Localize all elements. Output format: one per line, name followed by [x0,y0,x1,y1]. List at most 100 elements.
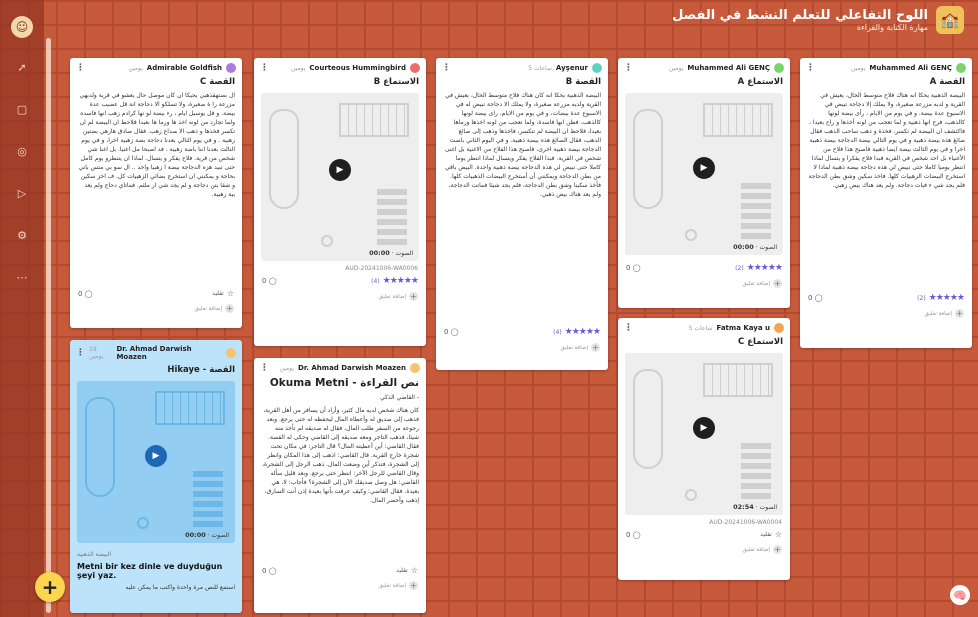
scrollbar[interactable] [46,38,51,613]
post-author: Muhammed Ali GENÇ [687,64,770,72]
author-avatar [774,63,784,73]
star-rating[interactable]: ★★★★★ [565,327,601,337]
add-post-button[interactable]: + [35,572,65,602]
microphone-illustration [685,489,697,501]
more-icon[interactable]: ⋯ [9,264,35,290]
rating-count: (4) [553,328,562,336]
post-author: Fatma Kaya u [716,324,770,332]
audio-player[interactable]: ▶ 00:00 · الصوت [625,93,783,255]
post-card[interactable]: ⋮ يومين Muhammed Ali GENÇ القصة A البيضة… [800,58,972,348]
post-menu-icon[interactable]: ⋮ [624,323,633,333]
author-avatar [410,363,420,373]
audio-duration: 00:00 · الصوت [733,243,777,251]
post-menu-icon[interactable]: ⋮ [260,63,269,73]
post-menu-icon[interactable]: ⋮ [442,63,451,73]
audio-duration: 00:00 · الصوت [185,531,229,539]
add-comment-button[interactable]: إضافة تعليق + [254,290,426,307]
audio-player[interactable]: ▶ 00:00 · الصوت [77,381,235,543]
post-card[interactable]: ⋮ يومين Courteous Hummingbird الاستماع B… [254,58,426,346]
author-avatar [226,63,236,73]
layout-icon[interactable]: ▢ [9,96,35,122]
post-menu-icon[interactable]: ⋮ [76,63,85,73]
post-author: Courteous Hummingbird [309,64,406,72]
add-comment-button[interactable]: إضافة تعليق + [70,302,242,319]
author-avatar [226,348,236,358]
brain-icon[interactable]: 🧠 [950,585,970,605]
comment-count[interactable]: 0 ◯ [808,294,823,302]
post-subtitle: - القاضي الذكي [380,394,419,401]
comment-count[interactable]: 0 ◯ [78,290,93,298]
post-title: الاستماع A [737,77,783,87]
add-comment-button[interactable]: إضافة تعليق + [618,277,790,294]
comment-count[interactable]: 0 ◯ [626,531,641,539]
post-instruction: Metni bir kez dinle ve duyduğun şeyi yaz… [77,562,223,580]
post-card[interactable]: ⋮ يومين Admirable Goldfish القصة C ال بض… [70,58,242,328]
star-outline-icon[interactable]: ☆ [227,289,234,298]
author-avatar [592,63,602,73]
guitar-illustration [633,109,663,209]
post-card[interactable]: ⋮ يومين Dr. Ahmad Darwish Moazen نص القر… [254,358,426,613]
post-body: كان هناك شخص لديه مال كثير، وأراد أن يسا… [262,407,419,504]
post-title: القصة B [565,77,601,87]
post-author: Dr. Ahmad Darwish Moazen [298,364,406,372]
play-button[interactable]: ▶ [329,159,351,182]
keyboard-illustration [703,363,773,397]
rating-count: (2) [735,264,744,272]
audio-player[interactable]: ▶ 00:00 · الصوت [261,93,419,261]
plus-icon: + [591,343,600,352]
post-time: 5 ساعات [688,324,713,332]
star-rating[interactable]: ★★★★★ [747,263,783,273]
add-comment-button[interactable]: إضافة تعليق + [618,543,790,560]
post-title: القصة A [929,77,965,87]
post-menu-icon[interactable]: ⋮ [76,348,85,358]
comment-count[interactable]: 0 ◯ [444,328,459,336]
user-avatar[interactable]: ☺ [11,16,33,38]
comment-count[interactable]: 0 ◯ [626,264,641,272]
star-outline-icon[interactable]: ☆ [775,530,782,539]
post-body: البيضة الذهبية يحكا انه هناك فلاح متوسط … [808,92,966,189]
post-card[interactable]: ⋮ يومين Muhammed Ali GENÇ الاستماع A ▶ 0… [618,58,790,308]
author-avatar [956,63,966,73]
author-avatar [410,63,420,73]
post-menu-icon[interactable]: ⋮ [624,63,633,73]
post-title: القصة - Hikaye [167,365,235,375]
play-icon[interactable]: ▷ [9,180,35,206]
author-avatar [774,323,784,333]
star-rating[interactable]: ★★★★★ [929,293,965,303]
play-button[interactable]: ▶ [145,444,167,467]
rating-count: (2) [917,294,926,302]
post-author: Dr. Ahmad Darwish Moazen [116,345,192,361]
plus-icon: + [773,279,782,288]
add-comment-button[interactable]: إضافة تعليق + [800,307,972,324]
like-label: تقليد [760,531,772,538]
plus-icon: + [773,545,782,554]
post-menu-icon[interactable]: ⋮ [806,63,815,73]
post-card[interactable]: ⋮ 19 يومين Dr. Ahmad Darwish Moazen القص… [70,340,242,613]
star-rating[interactable]: ★★★★★ [383,276,419,286]
keyboard-illustration [703,103,773,137]
like-label: تقليد [212,290,224,297]
post-author: Admirable Goldfish [146,64,222,72]
add-comment-button[interactable]: إضافة تعليق + [436,341,608,358]
post-card[interactable]: ⋮ 5 ساعات Fatma Kaya u الاستماع C ▶ 02:5… [618,318,790,580]
plus-icon: + [409,581,418,590]
audio-filename: AUD-20241006-WA0004 [709,519,782,526]
play-button[interactable]: ▶ [693,156,715,179]
audio-player[interactable]: ▶ 02:54 · الصوت [625,353,783,515]
audio-duration: 02:54 · الصوت [733,503,777,511]
guitar-illustration [85,397,115,497]
share-icon[interactable]: ➚ [9,54,35,80]
comment-count[interactable]: 0 ◯ [262,277,277,285]
star-outline-icon[interactable]: ☆ [411,566,418,575]
guitar-illustration [633,369,663,469]
microphone-illustration [137,517,149,529]
post-menu-icon[interactable]: ⋮ [260,363,269,373]
add-comment-button[interactable]: إضافة تعليق + [254,579,426,596]
post-title: نص القراءة - Okuma Metni [269,377,419,389]
audio-filename: AUD-20241006-WA0006 [345,265,418,272]
comment-count[interactable]: 0 ◯ [262,567,277,575]
settings-icon[interactable]: ⚙ [9,222,35,248]
play-button[interactable]: ▶ [693,416,715,439]
post-card[interactable]: ⋮ 5 ساعات Ayşenur القصة B البيضة الذهبية… [436,58,608,370]
bell-icon[interactable]: ◎ [9,138,35,164]
